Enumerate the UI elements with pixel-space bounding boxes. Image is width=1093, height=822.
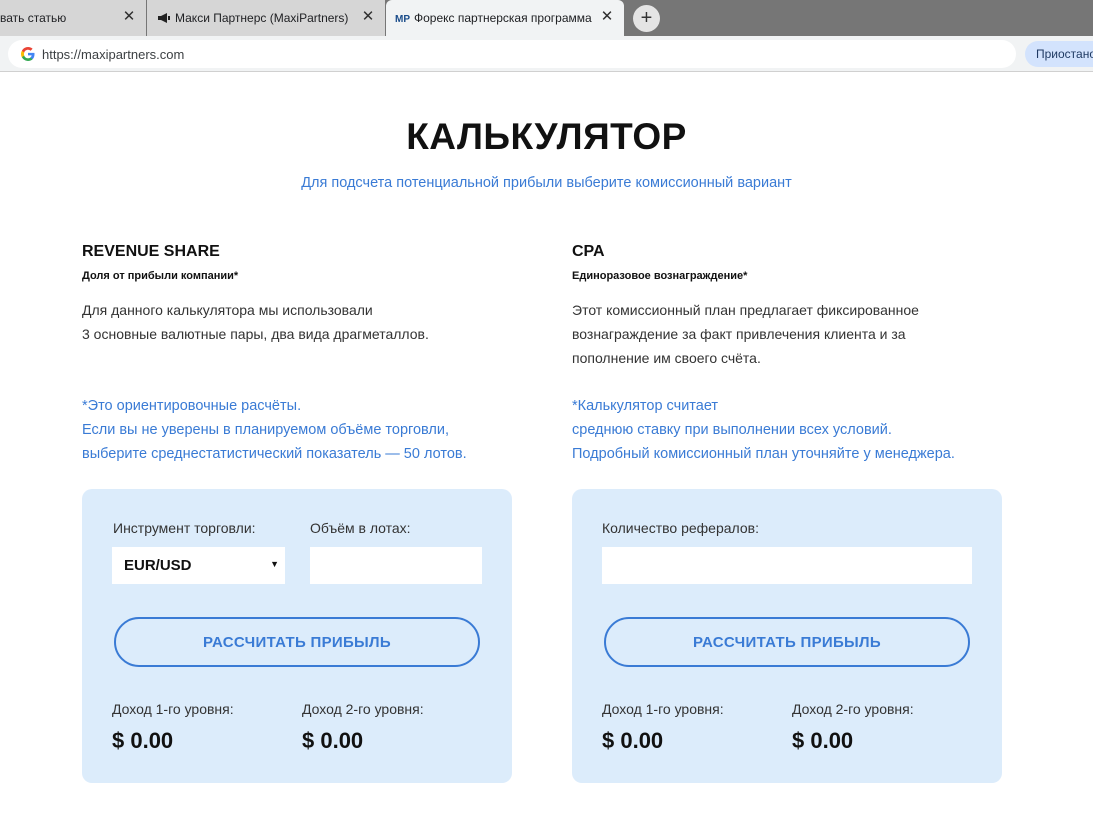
cpa-description: Этот комиссионный план предлагает фиксир… [572, 298, 919, 370]
google-icon [21, 47, 35, 61]
note-line: выберите среднестатистический показатель… [82, 446, 467, 462]
instrument-select[interactable]: EUR/USD ▼ [112, 547, 285, 584]
instrument-label: Инструмент торговли: [113, 520, 256, 536]
cpa-subheading: Единоразовое вознаграждение* [572, 270, 748, 282]
tab-label: Форекс партнерская программа [414, 11, 592, 25]
tab-label: вать статью [0, 11, 67, 25]
page-content: КАЛЬКУЛЯТОР Для подсчета потенциальной п… [0, 73, 1093, 822]
cpa-section: CPA Единоразовое вознаграждение* Этот ко… [572, 243, 955, 462]
volume-input[interactable] [310, 547, 482, 584]
cpa-heading: CPA [572, 243, 605, 260]
description-line: пополнение им своего счёта. [572, 350, 761, 366]
tab-label: Макси Партнерс (MaxiPartners) [175, 11, 349, 25]
megaphone-icon [158, 13, 170, 23]
note-line: Если вы не уверены в планируемом объёме … [82, 422, 450, 438]
page-subtitle: Для подсчета потенциальной прибыли выбер… [301, 175, 792, 191]
description-line: Этот комиссионный план предлагает фиксир… [572, 302, 919, 318]
revenue-share-calculator: Инструмент торговли: EUR/USD ▼ Объём в л… [82, 489, 512, 783]
revenue-share-note: *Это ориентировочные расчёты. Если вы не… [82, 394, 467, 466]
tab-maxipartners[interactable]: Макси Партнерс (MaxiPartners) ✕ [147, 0, 385, 36]
level2-income-value: $ 0.00 [302, 728, 364, 753]
close-icon[interactable]: ✕ [361, 9, 375, 24]
description-line: вознаграждение за факт привлечения клиен… [572, 326, 906, 342]
note-line: Подробный комиссионный план уточняйте у … [572, 446, 955, 462]
tab-strip: вать статью ✕ Макси Партнерс (MaxiPartne… [0, 0, 1093, 36]
cpa-calculator: Количество рефералов: РАССЧИТАТЬ ПРИБЫЛЬ… [572, 489, 1002, 783]
note-line: *Калькулятор считает [572, 398, 719, 414]
omnibox[interactable]: https://maxipartners.com [8, 40, 1016, 68]
revenue-share-section: REVENUE SHARE Доля от прибыли компании* … [82, 243, 467, 462]
level1-income-value: $ 0.00 [112, 728, 174, 753]
cpa-note: *Калькулятор считает среднюю ставку при … [572, 394, 955, 466]
referrals-label: Количество рефералов: [602, 520, 759, 536]
revenue-share-heading: REVENUE SHARE [82, 243, 220, 260]
calculate-profit-button[interactable]: РАССЧИТАТЬ ПРИБЫЛЬ [604, 617, 970, 667]
level1-income-value: $ 0.00 [602, 728, 664, 753]
instrument-selected-value: EUR/USD [124, 557, 192, 574]
close-icon[interactable]: ✕ [122, 9, 136, 24]
volume-label: Объём в лотах: [310, 520, 411, 536]
sync-paused-button[interactable]: Приостановлено [1025, 41, 1093, 67]
revenue-share-subheading: Доля от прибыли компании* [82, 270, 239, 282]
level2-income-label: Доход 2-го уровня: [792, 701, 914, 717]
description-line: Для данного калькулятора мы использовали [82, 302, 373, 318]
note-line: среднюю ставку при выполнении всех услов… [572, 422, 892, 438]
level2-income-value: $ 0.00 [792, 728, 854, 753]
referrals-input[interactable] [602, 547, 972, 584]
address-bar: https://maxipartners.com Приостановлено [0, 36, 1093, 72]
level1-income-label: Доход 1-го уровня: [602, 701, 724, 717]
svg-text:MP: MP [395, 14, 410, 25]
close-icon[interactable]: ✕ [600, 9, 614, 24]
tab-article[interactable]: вать статью ✕ [0, 0, 146, 36]
note-line: *Это ориентировочные расчёты. [82, 398, 302, 414]
new-tab-button[interactable]: + [633, 5, 660, 32]
level2-income-label: Доход 2-го уровня: [302, 701, 424, 717]
page-title: КАЛЬКУЛЯТОР [406, 116, 687, 157]
calculate-profit-button[interactable]: РАССЧИТАТЬ ПРИБЫЛЬ [114, 617, 480, 667]
revenue-share-description: Для данного калькулятора мы использовали… [82, 298, 429, 346]
dropdown-arrow-icon: ▼ [270, 559, 279, 569]
tab-forex-program[interactable]: MP Форекс партнерская программа ✕ [386, 0, 624, 36]
mp-logo-icon: MP [395, 14, 410, 25]
description-line: 3 основные валютные пары, два вида драгм… [82, 326, 429, 342]
url-text: https://maxipartners.com [42, 47, 185, 62]
level1-income-label: Доход 1-го уровня: [112, 701, 234, 717]
